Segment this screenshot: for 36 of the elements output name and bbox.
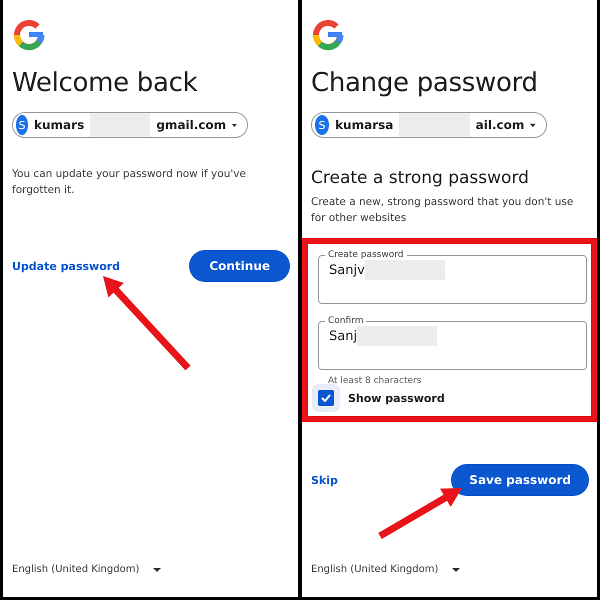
email-start: kumars (34, 118, 84, 132)
account-chip[interactable]: S kumarsa ail.com (311, 112, 547, 138)
caret-icon (153, 568, 162, 572)
info-text: You can update your password now if you've forgotten it. (12, 167, 247, 198)
account-chip[interactable]: S kumars gmail.com (12, 112, 248, 138)
redaction-block (90, 113, 150, 137)
checkbox-label: Show password (348, 392, 445, 404)
email-end: ail.com (476, 118, 524, 132)
skip-link[interactable]: Skip (311, 474, 338, 486)
page-title: Welcome back (12, 68, 198, 100)
redaction-block (399, 113, 470, 137)
update-password-link[interactable]: Update password (12, 260, 120, 272)
language-selector[interactable]: English (United Kingdom) (12, 564, 140, 575)
google-logo (311, 18, 345, 52)
field-value: Sanjv (329, 262, 365, 278)
password-field[interactable]: Confirm Sanj (318, 316, 587, 370)
save-password-button[interactable]: Save password (451, 464, 589, 496)
field-label: Create password (327, 250, 404, 260)
caret-icon (232, 122, 237, 128)
caret-icon (452, 568, 460, 572)
info-text: Create a new, strong password that you don't use for other websites (311, 195, 574, 226)
email-start: kumarsa (335, 118, 394, 132)
language-selector[interactable]: English (United Kingdom) (311, 564, 438, 575)
field-value: Sanj (329, 328, 358, 344)
avatar: S (315, 115, 330, 135)
field-label: Confirm (327, 316, 364, 326)
caret-icon (530, 122, 536, 128)
email-end: gmail.com (156, 118, 226, 132)
google-logo (12, 18, 46, 52)
section-heading: Create a strong password (311, 168, 530, 188)
continue-button[interactable]: Continue (189, 250, 290, 282)
hint-text: At least 8 characters (328, 376, 422, 386)
avatar: S (16, 115, 28, 135)
checkmark-icon (321, 394, 331, 402)
password-field[interactable]: Create password Sanjv (318, 250, 587, 304)
page-title: Change password (311, 68, 539, 100)
